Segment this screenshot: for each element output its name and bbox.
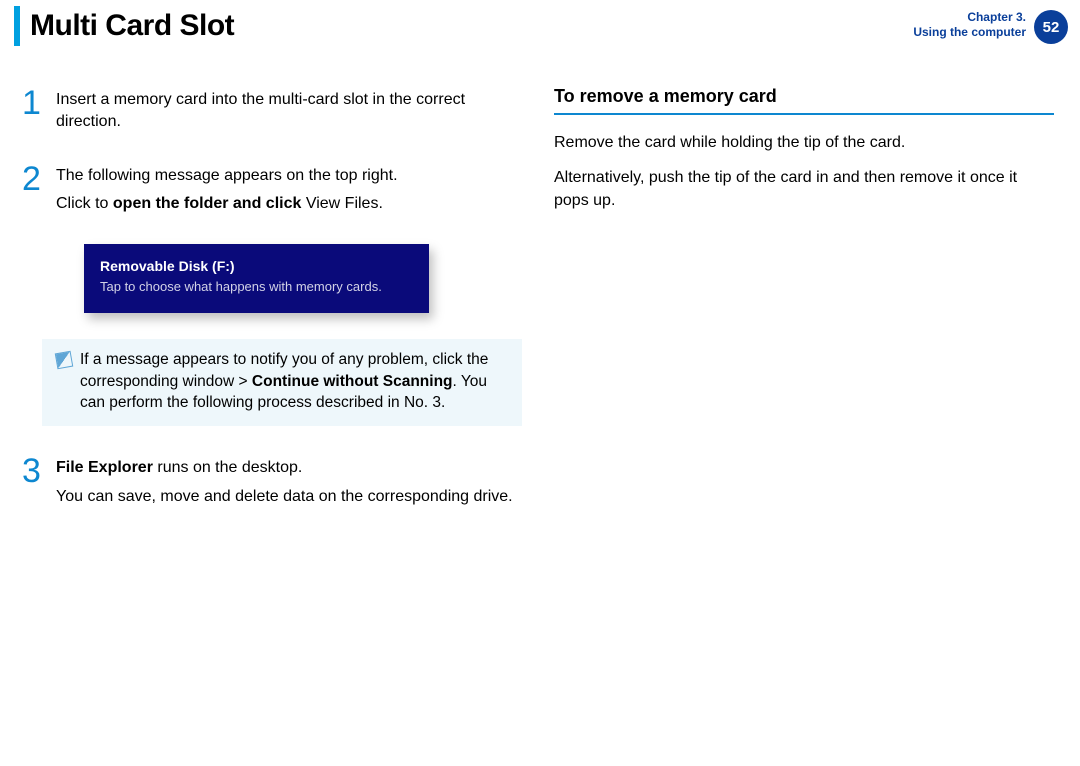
- step-text: You can save, move and delete data on th…: [56, 486, 522, 508]
- page-header: Multi Card Slot Chapter 3. Using the com…: [0, 0, 1080, 56]
- page-title: Multi Card Slot: [30, 9, 234, 43]
- step-1: 1 Insert a memory card into the multi-ca…: [22, 86, 522, 140]
- step-body: Insert a memory card into the multi-card…: [56, 86, 522, 140]
- chapter-label: Chapter 3. Using the computer: [913, 10, 1026, 40]
- step-body: File Explorer runs on the desktop. You c…: [56, 454, 522, 514]
- step-number: 3: [22, 454, 56, 514]
- bold-text: File Explorer: [56, 459, 153, 476]
- left-column: 1 Insert a memory card into the multi-ca…: [22, 86, 522, 536]
- text-span: View Files.: [301, 195, 383, 212]
- right-column: To remove a memory card Remove the card …: [554, 86, 1054, 536]
- chapter-sub: Using the computer: [913, 25, 1026, 40]
- title-bar: Multi Card Slot: [14, 6, 234, 46]
- note-icon: [55, 351, 74, 370]
- section-heading: To remove a memory card: [554, 86, 1054, 115]
- step-body: The following message appears on the top…: [56, 162, 522, 222]
- text-span: runs on the desktop.: [153, 459, 302, 476]
- content-area: 1 Insert a memory card into the multi-ca…: [0, 56, 1080, 536]
- paragraph: Remove the card while holding the tip of…: [554, 131, 1054, 154]
- windows-toast-notification: Removable Disk (F:) Tap to choose what h…: [84, 244, 429, 314]
- step-number: 2: [22, 162, 56, 222]
- page-number-badge: 52: [1034, 10, 1068, 44]
- notification-title: Removable Disk (F:): [100, 258, 413, 274]
- step-number: 1: [22, 86, 56, 140]
- chapter-line: Chapter 3.: [913, 10, 1026, 25]
- step-3: 3 File Explorer runs on the desktop. You…: [22, 454, 522, 514]
- bold-text: open the folder and click: [113, 195, 301, 212]
- bold-text: Continue without Scanning: [252, 373, 453, 390]
- step-text: Insert a memory card into the multi-card…: [56, 89, 522, 134]
- step-text: Click to open the folder and click View …: [56, 193, 522, 215]
- step-2: 2 The following message appears on the t…: [22, 162, 522, 222]
- info-note: If a message appears to notify you of an…: [42, 339, 522, 426]
- step-text: File Explorer runs on the desktop.: [56, 457, 522, 479]
- step-text: The following message appears on the top…: [56, 165, 522, 187]
- title-accent: [14, 6, 20, 46]
- notification-body: Tap to choose what happens with memory c…: [100, 278, 413, 296]
- text-span: Click to: [56, 195, 113, 212]
- paragraph: Alternatively, push the tip of the card …: [554, 166, 1054, 212]
- note-text: If a message appears to notify you of an…: [80, 349, 508, 414]
